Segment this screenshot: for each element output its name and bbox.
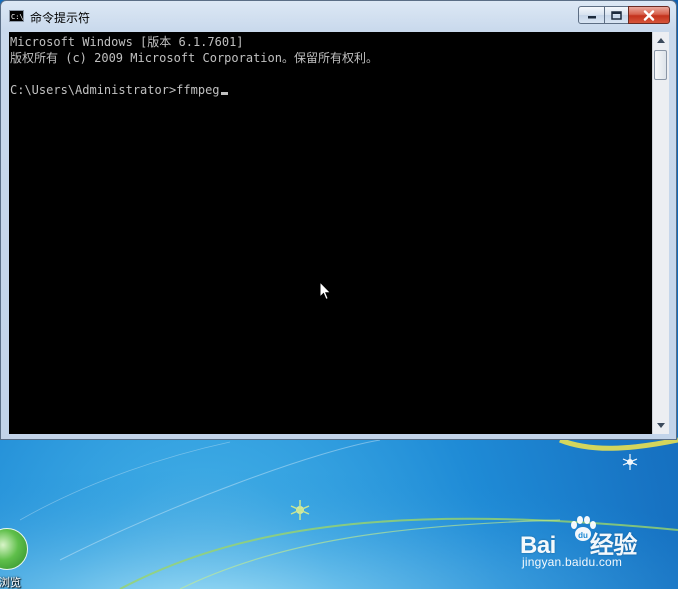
cmd-app-icon[interactable]: C:\	[9, 10, 24, 22]
scroll-down-button[interactable]	[653, 417, 669, 434]
console-line: Microsoft Windows [版本 6.1.7601]	[10, 35, 244, 49]
minimize-icon	[587, 16, 596, 19]
console-output[interactable]: Microsoft Windows [版本 6.1.7601] 版权所有 (c)…	[9, 32, 652, 434]
arrow-up-icon	[657, 38, 665, 43]
mouse-pointer-icon	[319, 281, 332, 301]
title-bar[interactable]: C:\ 命令提示符	[1, 1, 676, 33]
vertical-scrollbar[interactable]	[652, 32, 669, 434]
text-cursor	[220, 92, 228, 95]
console-input-text: C:\Users\Administrator>ffmpeg	[10, 83, 220, 97]
watermark-url: jingyan.baidu.com	[522, 555, 623, 569]
scroll-up-button[interactable]	[653, 32, 669, 49]
close-button[interactable]	[628, 6, 670, 24]
minimize-button[interactable]	[578, 6, 605, 24]
maximize-icon	[611, 10, 622, 20]
scroll-thumb[interactable]	[654, 50, 667, 80]
baidu-jingyan-watermark: du Bai 经验 jingyan.baidu.com	[520, 515, 670, 575]
maximize-button[interactable]	[604, 6, 629, 24]
desktop-icon-label[interactable]: 浏览	[0, 574, 21, 589]
console-prompt-line[interactable]: C:\Users\Administrator>ffmpeg	[10, 82, 228, 98]
caption-buttons	[578, 6, 670, 26]
console-line: 版权所有 (c) 2009 Microsoft Corporation。保留所有…	[10, 51, 378, 65]
command-prompt-window[interactable]: C:\ 命令提示符 Microsoft Windows [版本 6.1.7601…	[0, 0, 677, 440]
arrow-down-icon	[657, 423, 665, 428]
window-title: 命令提示符	[30, 11, 91, 25]
close-icon	[643, 9, 655, 21]
